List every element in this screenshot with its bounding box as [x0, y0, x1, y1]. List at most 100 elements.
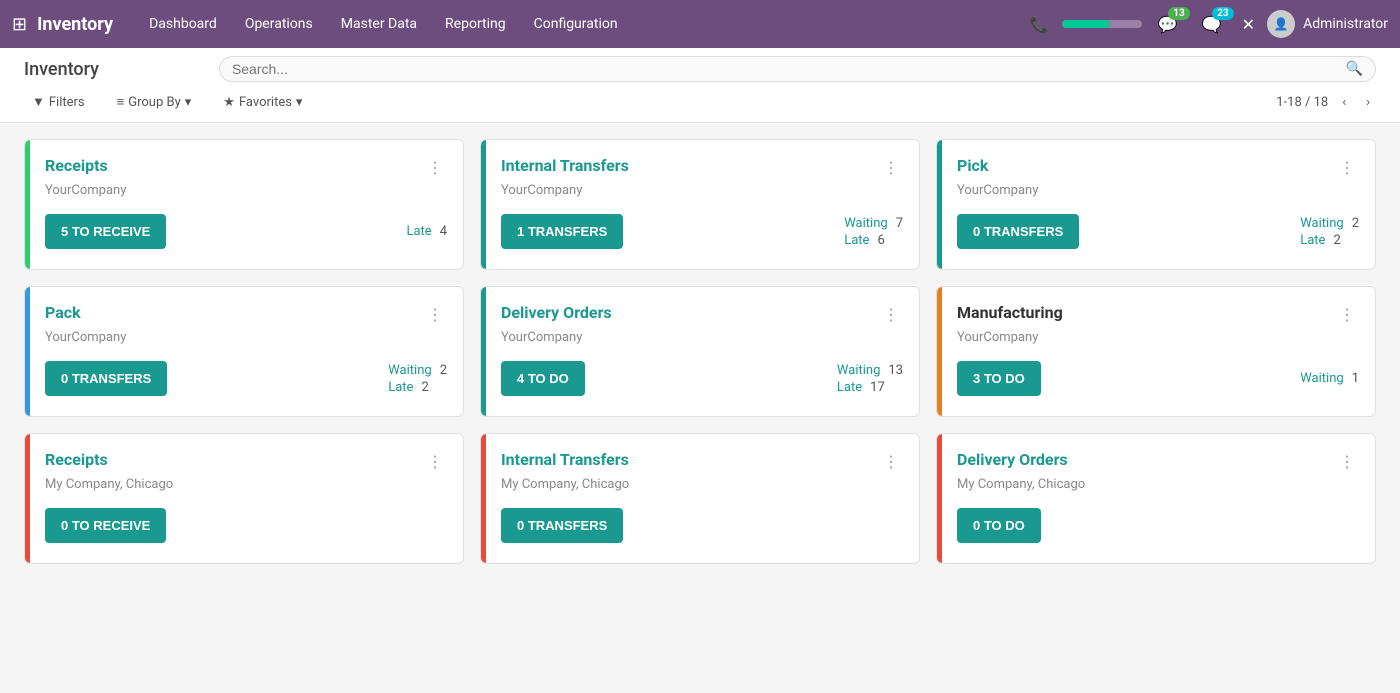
card-stats: Late 4 — [406, 224, 447, 239]
stat2-label: Late — [1300, 233, 1325, 248]
card-inner: Receipts ⋮ YourCompany 5 TO RECEIVE Late… — [25, 140, 463, 269]
card-inner: Delivery Orders ⋮ YourCompany 4 TO DO Wa… — [481, 287, 919, 416]
groupby-label: Group By — [128, 95, 181, 110]
page-title: Inventory — [24, 59, 99, 80]
stat1-label: Waiting — [388, 363, 431, 378]
card-menu-icon[interactable]: ⋮ — [879, 303, 903, 326]
nav-dashboard[interactable]: Dashboard — [137, 10, 229, 38]
stat1-value: 2 — [1352, 216, 1359, 231]
stat1: Waiting 1 — [1300, 371, 1359, 386]
card-action-button[interactable]: 0 TRANSFERS — [957, 214, 1079, 249]
card-menu-icon[interactable]: ⋮ — [1335, 303, 1359, 326]
stat1: Waiting 7 — [844, 216, 903, 231]
chat-badge-btn[interactable]: 💬13 — [1150, 11, 1186, 38]
card-title[interactable]: Manufacturing — [957, 303, 1063, 322]
card-border — [481, 140, 486, 269]
card-stats: Waiting 2 Late 2 — [1300, 216, 1359, 248]
card-inner: Pick ⋮ YourCompany 0 TRANSFERS Waiting 2… — [937, 140, 1375, 269]
stat1-label: Waiting — [1300, 216, 1343, 231]
card-company: My Company, Chicago — [45, 477, 447, 492]
card-0: Receipts ⋮ YourCompany 5 TO RECEIVE Late… — [24, 139, 464, 270]
card-company: My Company, Chicago — [501, 477, 903, 492]
card-6: Receipts ⋮ My Company, Chicago 0 TO RECE… — [24, 433, 464, 564]
card-menu-icon[interactable]: ⋮ — [879, 156, 903, 179]
search-bar[interactable]: 🔍 — [219, 56, 1376, 82]
card-action-button[interactable]: 0 TRANSFERS — [501, 508, 623, 543]
phone-icon[interactable]: 📞 — [1026, 11, 1054, 38]
nav-operations[interactable]: Operations — [233, 10, 325, 38]
card-header: Manufacturing ⋮ — [957, 303, 1359, 326]
search-input[interactable] — [232, 61, 1346, 77]
nav-configuration[interactable]: Configuration — [522, 10, 630, 38]
filters-button[interactable]: ▼ Filters — [24, 90, 93, 114]
card-action-button[interactable]: 0 TRANSFERS — [45, 361, 167, 396]
card-menu-icon[interactable]: ⋮ — [423, 450, 447, 473]
card-inner: Pack ⋮ YourCompany 0 TRANSFERS Waiting 2… — [25, 287, 463, 416]
app-brand[interactable]: Inventory — [37, 14, 113, 35]
card-title[interactable]: Pack — [45, 303, 81, 322]
stat2: Late 2 — [388, 380, 447, 395]
stat2: Late 17 — [837, 380, 903, 395]
card-2: Pick ⋮ YourCompany 0 TRANSFERS Waiting 2… — [936, 139, 1376, 270]
card-5: Manufacturing ⋮ YourCompany 3 TO DO Wait… — [936, 286, 1376, 417]
card-body: 0 TRANSFERS Waiting 2 Late 2 — [957, 214, 1359, 249]
card-stats: Waiting 7 Late 6 — [844, 216, 903, 248]
card-7: Internal Transfers ⋮ My Company, Chicago… — [480, 433, 920, 564]
card-1: Internal Transfers ⋮ YourCompany 1 TRANS… — [480, 139, 920, 270]
favorites-label: Favorites — [239, 95, 292, 110]
main-content: Receipts ⋮ YourCompany 5 TO RECEIVE Late… — [0, 123, 1400, 580]
card-body: 3 TO DO Waiting 1 — [957, 361, 1359, 396]
stat2: Late 6 — [844, 233, 903, 248]
card-inner: Internal Transfers ⋮ My Company, Chicago… — [481, 434, 919, 563]
user-name[interactable]: Administrator — [1303, 16, 1388, 32]
stat2-label: Late — [837, 380, 862, 395]
stat2-value: 6 — [877, 233, 884, 248]
card-menu-icon[interactable]: ⋮ — [879, 450, 903, 473]
card-company: YourCompany — [957, 183, 1359, 198]
card-title[interactable]: Internal Transfers — [501, 450, 629, 469]
card-title[interactable]: Internal Transfers — [501, 156, 629, 175]
card-4: Delivery Orders ⋮ YourCompany 4 TO DO Wa… — [480, 286, 920, 417]
card-title[interactable]: Receipts — [45, 156, 108, 175]
card-title[interactable]: Delivery Orders — [957, 450, 1068, 469]
groupby-icon: ≡ — [117, 94, 125, 110]
card-header: Internal Transfers ⋮ — [501, 450, 903, 473]
prev-page-button[interactable]: ‹ — [1336, 93, 1352, 112]
nav-reporting[interactable]: Reporting — [433, 10, 518, 38]
grid-icon[interactable]: ⊞ — [12, 14, 27, 35]
card-company: YourCompany — [501, 183, 903, 198]
card-title[interactable]: Pick — [957, 156, 988, 175]
discuss-badge-btn[interactable]: 🗨️23 — [1194, 11, 1230, 38]
card-company: YourCompany — [45, 183, 447, 198]
card-header: Pick ⋮ — [957, 156, 1359, 179]
card-menu-icon[interactable]: ⋮ — [423, 156, 447, 179]
card-title[interactable]: Receipts — [45, 450, 108, 469]
progress-fill — [1062, 20, 1110, 28]
nav-masterdata[interactable]: Master Data — [329, 10, 429, 38]
top-navigation: ⊞ Inventory Dashboard Operations Master … — [0, 0, 1400, 48]
next-page-button[interactable]: › — [1360, 93, 1376, 112]
card-action-button[interactable]: 4 TO DO — [501, 361, 585, 396]
card-action-button[interactable]: 0 TO RECEIVE — [45, 508, 166, 543]
card-inner: Internal Transfers ⋮ YourCompany 1 TRANS… — [481, 140, 919, 269]
filter-bar: ▼ Filters ≡ Group By ▾ ★ Favorites ▾ — [24, 90, 310, 114]
discuss-badge: 23 — [1212, 7, 1233, 20]
card-action-button[interactable]: 5 TO RECEIVE — [45, 214, 166, 249]
card-action-button[interactable]: 0 TO DO — [957, 508, 1041, 543]
favorites-button[interactable]: ★ Favorites ▾ — [215, 91, 310, 114]
card-title[interactable]: Delivery Orders — [501, 303, 612, 322]
card-action-button[interactable]: 3 TO DO — [957, 361, 1041, 396]
pagination: 1-18 / 18 ‹ › — [1276, 93, 1376, 112]
stat2-label: Late — [388, 380, 413, 395]
stat1-label: Waiting — [1300, 371, 1343, 386]
card-menu-icon[interactable]: ⋮ — [423, 303, 447, 326]
close-icon[interactable]: ✕ — [1238, 11, 1259, 38]
stat1-value: 13 — [888, 363, 903, 378]
stat1-value: 1 — [1352, 371, 1359, 386]
groupby-button[interactable]: ≡ Group By ▾ — [109, 90, 200, 114]
card-3: Pack ⋮ YourCompany 0 TRANSFERS Waiting 2… — [24, 286, 464, 417]
card-menu-icon[interactable]: ⋮ — [1335, 156, 1359, 179]
card-menu-icon[interactable]: ⋮ — [1335, 450, 1359, 473]
card-action-button[interactable]: 1 TRANSFERS — [501, 214, 623, 249]
card-inner: Delivery Orders ⋮ My Company, Chicago 0 … — [937, 434, 1375, 563]
